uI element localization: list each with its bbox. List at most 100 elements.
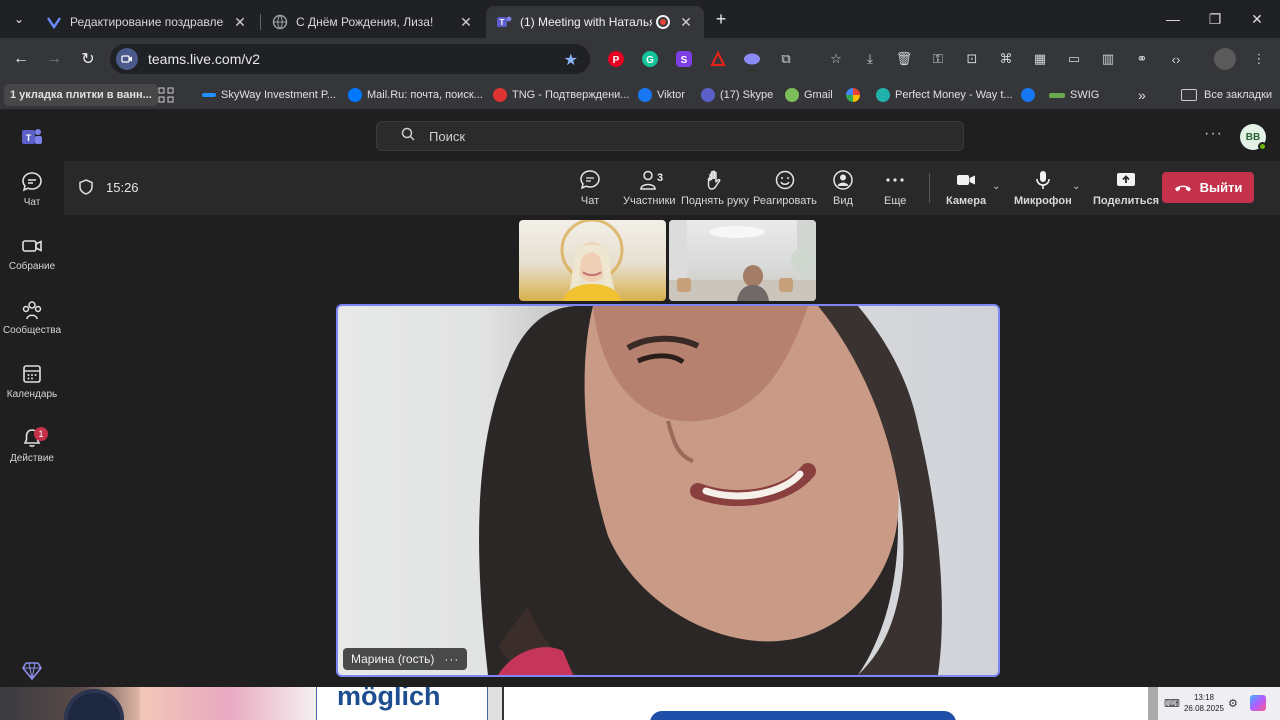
participants-count: 3 bbox=[657, 172, 664, 184]
more-options-button[interactable]: Еще bbox=[884, 169, 906, 211]
folder-icon bbox=[1181, 89, 1197, 101]
minimize-button[interactable]: — bbox=[1150, 6, 1196, 32]
document-text: möglich bbox=[337, 687, 441, 711]
premium-diamond-icon[interactable] bbox=[22, 662, 42, 685]
address-bar[interactable]: teams.live.com/v2 ★ bbox=[110, 44, 590, 74]
bookmark-item[interactable]: Mail.Ru: почта, поиск... bbox=[348, 85, 483, 105]
bookmark-outline-icon[interactable]: ☆ bbox=[827, 50, 845, 68]
bookmarks-overflow-button[interactable]: » bbox=[1138, 85, 1146, 105]
reading-mode-icon[interactable]: ▥ bbox=[1099, 50, 1117, 68]
bookmark-item[interactable]: Viktor bbox=[638, 85, 685, 105]
forward-arrow-icon[interactable]: → bbox=[41, 46, 67, 72]
game-extension-icon[interactable] bbox=[743, 50, 761, 68]
translate-icon[interactable]: ⌘ bbox=[997, 50, 1015, 68]
bookmark-star-icon[interactable]: ★ bbox=[564, 50, 578, 70]
trash-icon[interactable]: 🗑 bbox=[895, 50, 913, 68]
react-button[interactable]: Реагировать bbox=[753, 169, 817, 211]
participant-video-image bbox=[669, 220, 816, 301]
browser-tab-3-active[interactable]: T (1) Meeting with Наталья Жук ✕ bbox=[486, 6, 704, 38]
cast-icon[interactable]: ▭ bbox=[1065, 50, 1083, 68]
teams-favicon-icon: T bbox=[496, 14, 512, 30]
tray-app-icon[interactable]: ⌨ bbox=[1164, 697, 1180, 710]
speaker-name-tag[interactable]: Марина (гость) ··· bbox=[343, 648, 468, 670]
link-icon[interactable]: ⚭ bbox=[1133, 50, 1151, 68]
screenshot-icon[interactable]: ⊡ bbox=[963, 50, 981, 68]
download-icon[interactable]: ⤓ bbox=[861, 50, 879, 68]
main-speaker-video[interactable] bbox=[336, 304, 1000, 677]
tab-close-icon[interactable]: ✕ bbox=[232, 14, 248, 30]
tab-close-icon[interactable]: ✕ bbox=[678, 14, 694, 30]
chat-button[interactable]: Чат bbox=[579, 169, 601, 211]
speaker-more-button[interactable]: ··· bbox=[444, 652, 459, 666]
rail-item-calendar[interactable]: Календарь bbox=[0, 363, 64, 419]
skyway-icon bbox=[202, 93, 216, 97]
bookmark-item[interactable]: TNG - Подтверждени... bbox=[493, 85, 629, 105]
key-icon[interactable]: ⚿ bbox=[929, 50, 947, 68]
tab-close-icon[interactable]: ✕ bbox=[458, 14, 474, 30]
rail-item-communities[interactable]: Сообщества bbox=[0, 299, 64, 355]
browser-tab-2[interactable]: С Днём Рождения, Лиза! ✕ bbox=[262, 6, 484, 38]
devtools-code-icon[interactable]: ‹› bbox=[1167, 50, 1185, 68]
profile-avatar-icon[interactable] bbox=[1214, 48, 1236, 70]
share-button[interactable]: Поделиться bbox=[1093, 169, 1159, 211]
view-button[interactable]: Вид bbox=[832, 169, 854, 211]
facebook-bookmark-icon[interactable] bbox=[1021, 85, 1040, 105]
rail-item-meeting[interactable]: Собрание bbox=[0, 235, 64, 291]
facebook-icon bbox=[1021, 88, 1035, 102]
reload-icon[interactable]: ↻ bbox=[75, 46, 101, 72]
close-window-button[interactable]: ✕ bbox=[1234, 6, 1280, 32]
pinterest-extension-icon[interactable]: P bbox=[607, 50, 625, 68]
hand-icon bbox=[707, 170, 721, 190]
raise-hand-button[interactable]: Поднять руку bbox=[681, 169, 749, 211]
tab-title: С Днём Рождения, Лиза! bbox=[296, 15, 434, 29]
calendar-icon bbox=[23, 365, 41, 383]
rail-label: Чат bbox=[23, 197, 41, 208]
bookmark-item[interactable]: Perfect Money - Way t... bbox=[876, 85, 1013, 105]
bookmark-item[interactable]: 1 укладка плитки в ванн... bbox=[4, 84, 158, 106]
settings-more-button[interactable]: ··· bbox=[1204, 125, 1223, 143]
background-desktop-strip: möglich ⌨ ⚙ 13:18 26.08.2025 bbox=[0, 687, 1280, 720]
rail-item-activity[interactable]: 1 Действие bbox=[0, 427, 64, 483]
browser-menu-icon[interactable]: ⋮ bbox=[1250, 50, 1268, 68]
leave-meeting-button[interactable]: Выйти bbox=[1162, 172, 1254, 203]
copilot-icon[interactable] bbox=[1250, 695, 1266, 711]
browser-tab-1[interactable]: Редактирование поздравления в ✕ bbox=[36, 6, 258, 38]
all-bookmarks-button[interactable]: Все закладки bbox=[1181, 85, 1272, 105]
meeting-timer: 15:26 bbox=[106, 180, 139, 195]
qr-code-icon[interactable]: ▦ bbox=[1031, 50, 1049, 68]
bookmark-label: Perfect Money - Way t... bbox=[895, 89, 1013, 101]
bookmark-item[interactable]: (17) Skype bbox=[701, 85, 773, 105]
search-input[interactable]: Поиск bbox=[376, 121, 964, 151]
site-info-icon[interactable] bbox=[116, 48, 138, 70]
participants-button[interactable]: 3 Участники bbox=[623, 169, 676, 211]
apps-grid-icon[interactable] bbox=[158, 85, 174, 105]
participant-thumbnail-1[interactable] bbox=[519, 220, 666, 301]
pinwheel-icon[interactable] bbox=[846, 85, 860, 105]
microphone-button[interactable]: Микрофон bbox=[1014, 169, 1072, 211]
participant-thumbnail-2[interactable] bbox=[669, 220, 816, 301]
tray-settings-icon[interactable]: ⚙ bbox=[1228, 697, 1238, 710]
mic-options-chevron-icon[interactable]: ⌄ bbox=[1072, 181, 1080, 192]
ellipsis-icon bbox=[886, 178, 904, 182]
shield-icon[interactable] bbox=[78, 179, 94, 200]
control-label: Реагировать bbox=[753, 195, 817, 207]
camera-options-chevron-icon[interactable]: ⌄ bbox=[992, 181, 1000, 192]
new-tab-button[interactable]: + bbox=[708, 6, 734, 32]
user-avatar[interactable]: BB bbox=[1240, 124, 1267, 151]
extensions-puzzle-icon[interactable]: ⧉ bbox=[777, 50, 795, 68]
skype-extension-icon[interactable]: S bbox=[675, 50, 693, 68]
bookmark-item[interactable]: Gmail bbox=[785, 85, 833, 105]
bookmark-item[interactable]: SWIG bbox=[1049, 85, 1099, 105]
pdf-extension-icon[interactable] bbox=[709, 50, 727, 68]
camera-button[interactable]: Камера bbox=[946, 169, 986, 211]
rail-item-chat[interactable]: Чат bbox=[0, 171, 64, 227]
rail-label: Действие bbox=[10, 453, 54, 464]
bookmark-item[interactable]: SkyWay Investment P... bbox=[202, 85, 336, 105]
grammarly-extension-icon[interactable]: G bbox=[641, 50, 659, 68]
teams-logo-icon[interactable]: T bbox=[21, 126, 43, 153]
search-icon bbox=[401, 127, 415, 146]
svg-text:S: S bbox=[681, 55, 688, 66]
back-arrow-icon[interactable]: ← bbox=[8, 46, 34, 72]
maximize-button[interactable]: ❐ bbox=[1192, 6, 1238, 32]
tab-search-chevron-icon[interactable]: ⌄ bbox=[6, 6, 32, 32]
